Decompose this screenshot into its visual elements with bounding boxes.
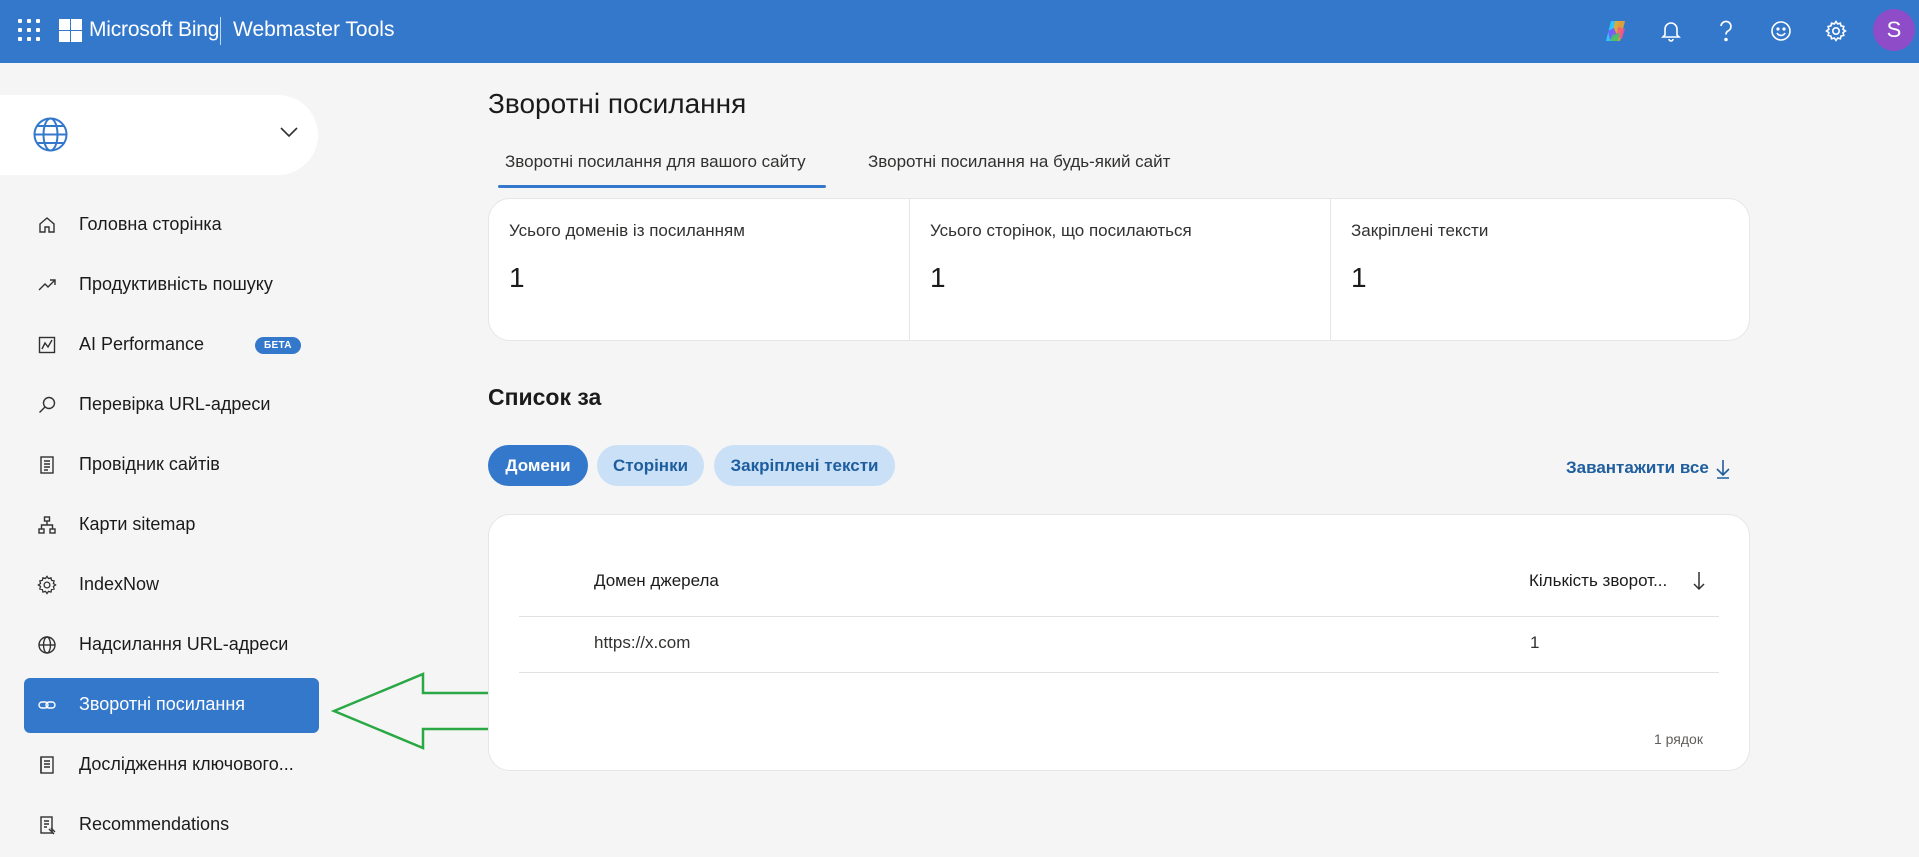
stat-anchor-texts: Закріплені тексти 1 [1331,199,1749,340]
table-cell-domain[interactable]: https://x.com [594,633,690,653]
sidebar-item-ai-performance[interactable]: AI Performance БЕТА [24,318,319,373]
backlinks-table: Домен джерела Кількість зворот... https:… [488,514,1750,771]
sidebar-item-keyword-research[interactable]: Дослідження ключового... [24,738,319,793]
help-icon[interactable] [1711,16,1741,46]
filter-pages-button[interactable]: Сторінки [597,445,704,486]
sidebar-item-home[interactable]: Головна сторінка [24,198,319,253]
bell-icon[interactable] [1656,16,1686,46]
home-icon [37,215,59,237]
link-icon [37,695,59,717]
sidebar-item-url-submission[interactable]: Надсилання URL-адреси [24,618,319,673]
book-icon [37,755,59,777]
column-header-source-domain[interactable]: Домен джерела [594,571,719,591]
globe-icon [32,116,69,158]
waffle-icon[interactable] [18,19,40,41]
page-title: Зворотні посилання [488,88,747,119]
sidebar-item-label: Продуктивність пошуку [79,274,273,294]
chevron-down-icon[interactable] [279,125,299,143]
sidebar-item-search-performance[interactable]: Продуктивність пошуку [24,258,319,313]
stat-value: 1 [930,262,946,293]
table-divider [519,672,1719,673]
table-cell-count: 1 [1530,633,1540,652]
stat-label: Усього доменів із посиланням [509,221,745,240]
top-bar: Microsoft Bing Webmaster Tools S [0,0,1919,63]
tab-backlinks-any-site[interactable]: Зворотні посилання на будь-який сайт [868,152,1170,172]
sidebar-item-indexnow[interactable]: IndexNow [24,558,319,613]
beta-badge: БЕТА [255,337,301,354]
site-selector[interactable] [0,95,318,175]
sidebar-item-url-inspection[interactable]: Перевірка URL-адреси [24,378,319,433]
stat-referring-pages: Усього сторінок, що посилаються 1 [910,199,1330,340]
row-count: 1 рядок [1654,731,1703,747]
search-icon [37,395,59,417]
trend-icon [37,275,59,297]
gear-icon[interactable] [1821,16,1851,46]
sidebar-item-site-explorer[interactable]: Провідник сайтів [24,438,319,493]
chart-icon [37,335,59,357]
sidebar-item-label: Карти sitemap [79,514,196,534]
stat-label: Усього сторінок, що посилаються [930,221,1192,240]
list-by-title: Список за [488,384,602,410]
sidebar-item-label: Дослідження ключового... [79,754,294,774]
sort-descending-icon[interactable] [1692,570,1706,597]
sidebar-item-label: Надсилання URL-адреси [79,634,289,654]
active-tab-indicator [498,185,826,188]
filter-domains-button[interactable]: Домени [488,445,588,486]
sitemap-icon [37,515,59,537]
stat-label: Закріплені тексти [1351,221,1489,240]
sidebar-item-label: AI Performance [79,334,205,354]
sidebar-item-sitemaps[interactable]: Карти sitemap [24,498,319,553]
gear-icon [37,575,59,597]
microsoft-logo[interactable] [59,19,82,42]
table-divider [519,616,1719,617]
sidebar-item-label: Провідник сайтів [79,454,220,474]
copilot-icon[interactable] [1601,16,1631,46]
stat-value: 1 [1351,262,1367,293]
stat-referring-domains: Усього доменів із посиланням 1 [489,199,909,340]
avatar[interactable]: S [1873,9,1915,51]
filter-anchor-texts-button[interactable]: Закріплені тексти [714,445,895,486]
smiley-icon[interactable] [1766,16,1796,46]
globe-icon [37,635,59,657]
download-icon[interactable] [1715,458,1731,485]
sidebar-item-label: Recommendations [79,814,230,834]
sidebar-item-recommendations[interactable]: Recommendations [24,798,319,853]
download-all-button[interactable]: Завантажити все [1566,458,1709,478]
stats-card: Усього доменів із посиланням 1 Усього ст… [488,198,1750,341]
stat-value: 1 [509,262,525,293]
sidebar-item-label: Перевірка URL-адреси [79,394,271,414]
brand-divider [220,17,221,45]
clipboard-icon [37,815,59,837]
product-name[interactable]: Webmaster Tools [233,18,394,42]
sidebar-item-backlinks[interactable]: Зворотні посилання [24,678,319,733]
document-icon [37,455,59,477]
tab-backlinks-your-site[interactable]: Зворотні посилання для вашого сайту [505,152,806,172]
brand-name[interactable]: Microsoft Bing [89,18,219,42]
column-header-backlink-count[interactable]: Кількість зворот... [1529,571,1667,591]
sidebar-item-label: Зворотні посилання [79,694,246,714]
sidebar-item-label: Головна сторінка [79,214,222,234]
sidebar-item-label: IndexNow [79,574,160,594]
